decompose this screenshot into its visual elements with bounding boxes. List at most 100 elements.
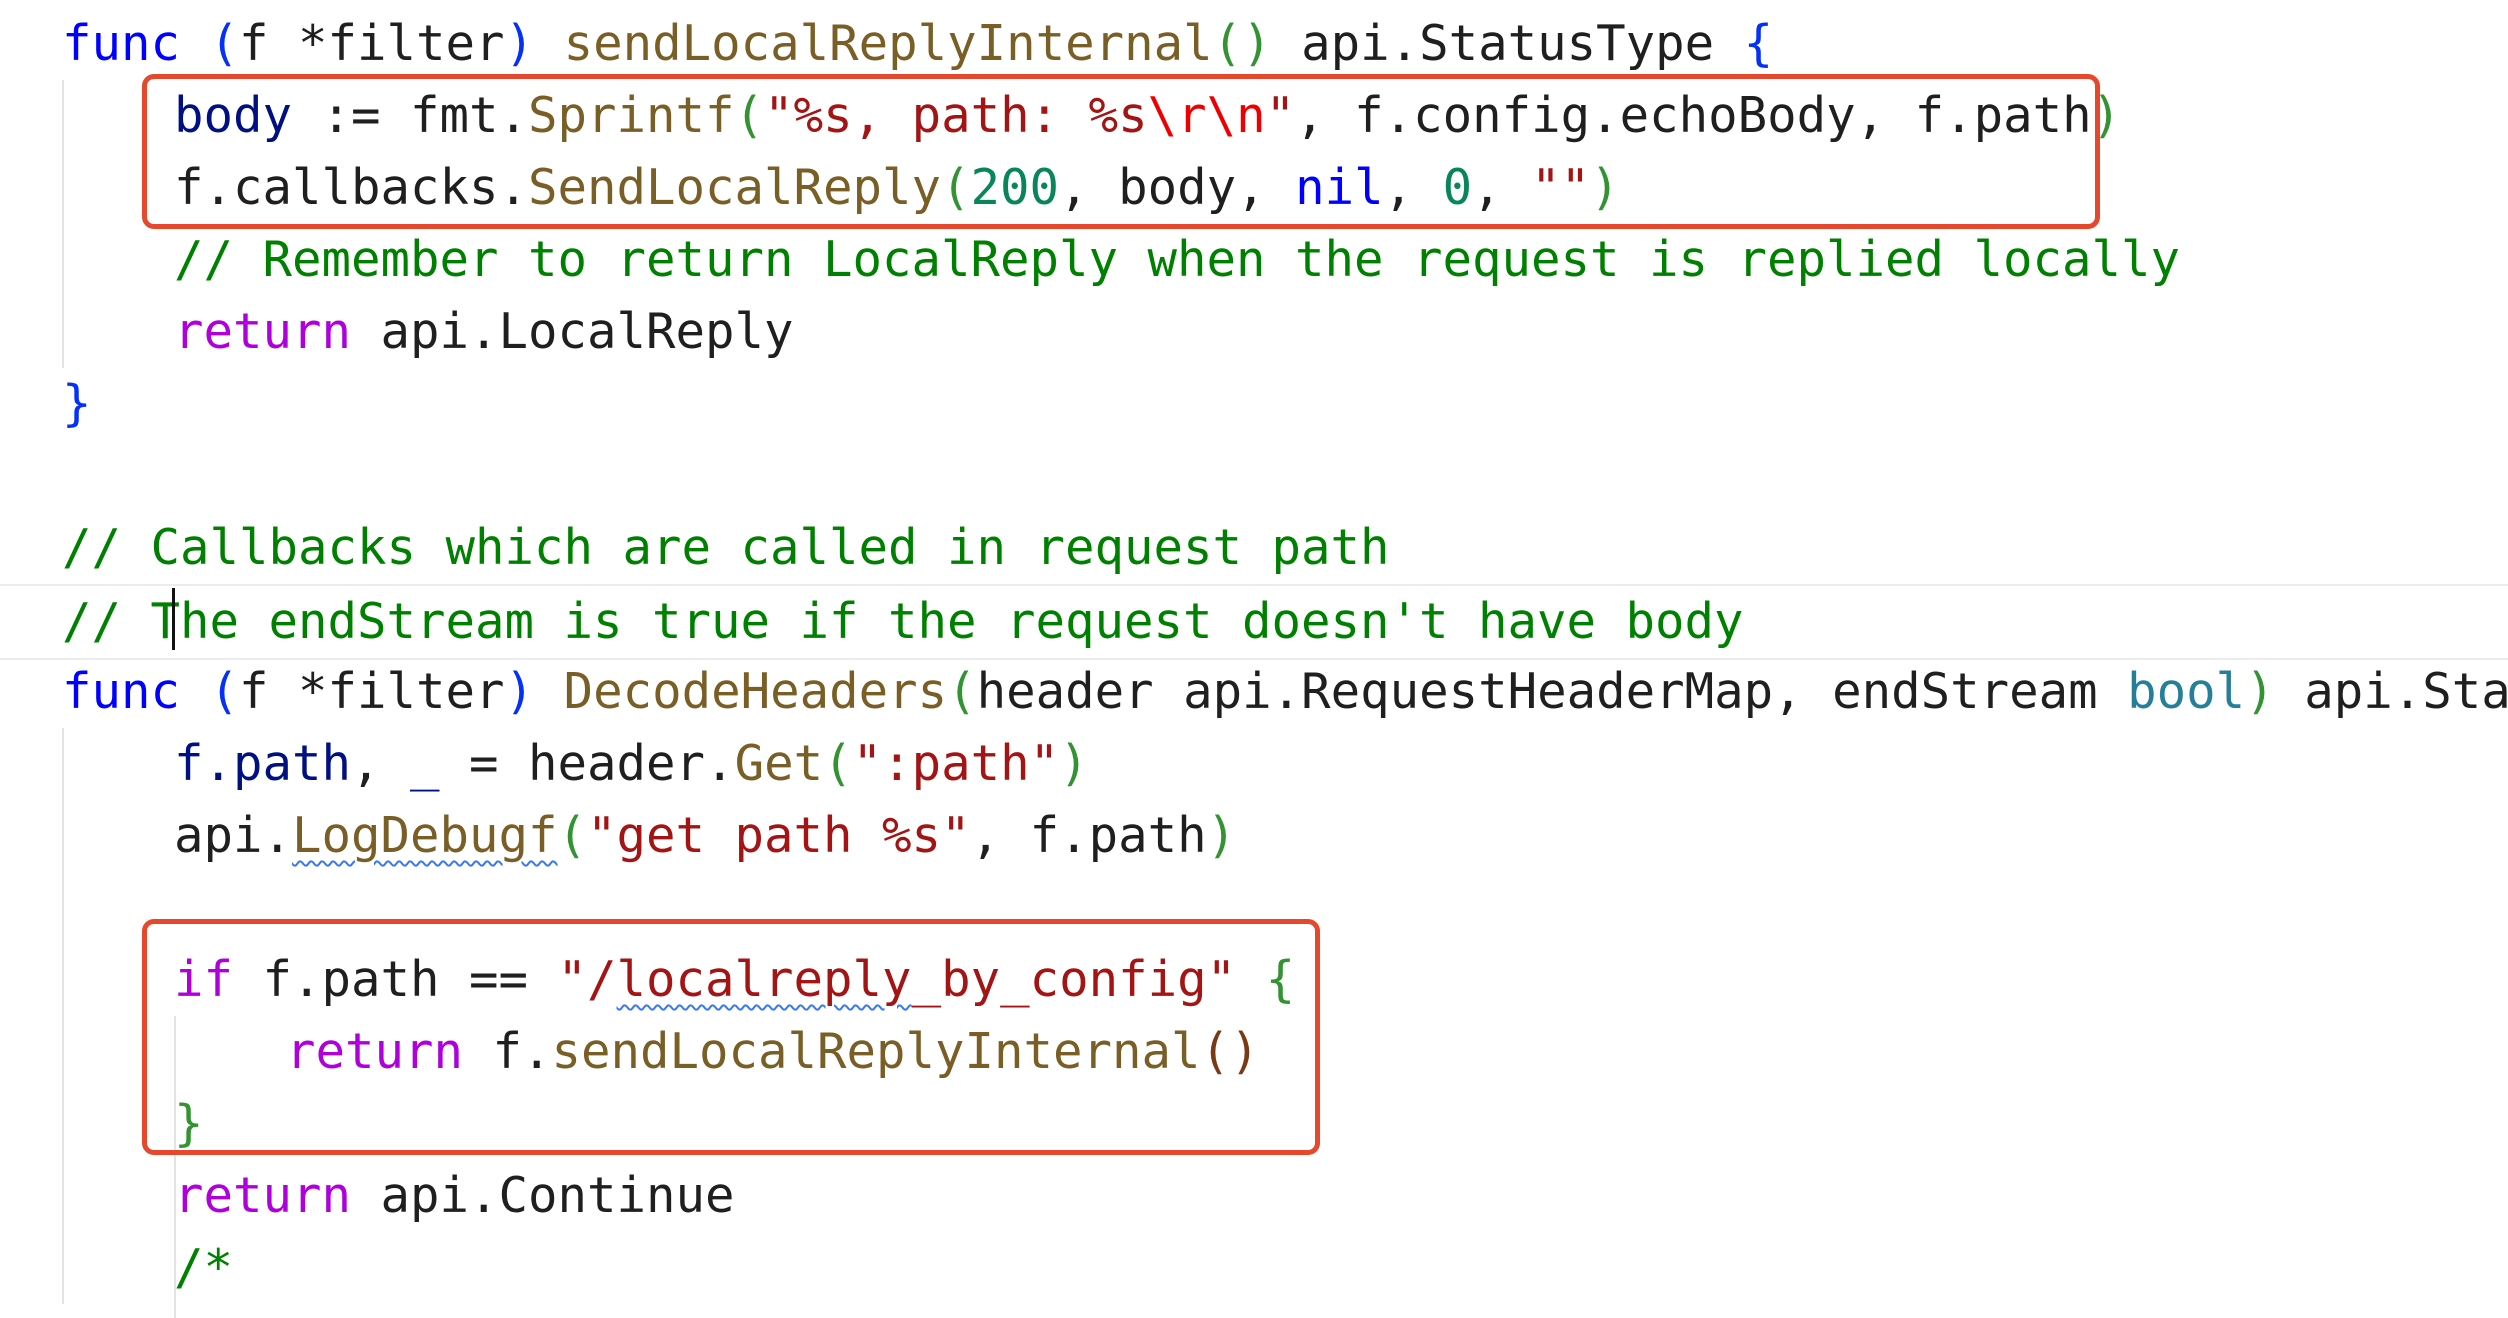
code-token: f.path [174, 735, 352, 792]
code-token: 0 [1442, 159, 1473, 216]
code-token: _ [410, 735, 440, 792]
code-editor[interactable]: func (f *filter) sendLocalReplyInternal(… [0, 0, 2508, 1318]
code-token: if [174, 951, 234, 1008]
code-token: ( [734, 87, 765, 144]
code-line[interactable]: func (f *filter) sendLocalReplyInternal(… [0, 8, 2508, 80]
code-line-text: body := fmt.Sprintf("%s, path: %s\r\n", … [174, 80, 2121, 152]
code-line-text: f.callbacks.SendLocalReply(200, body, ni… [174, 152, 1620, 224]
code-line-text: // Remember to return LocalReply when th… [174, 224, 2180, 296]
code-token: , f.config.echoBody, f.path [1295, 87, 2092, 144]
code-token: ) [2245, 663, 2275, 720]
code-token: return [286, 1023, 464, 1080]
code-token: ( [823, 735, 853, 792]
code-line[interactable]: return f.sendLocalReplyInternal() [0, 1016, 2508, 1088]
code-line[interactable]: if f.path == "/localreply_by_config" { [0, 944, 2508, 1016]
code-token: f *filter [239, 15, 505, 72]
code-token: f. [463, 1023, 552, 1080]
code-token: ":path" [852, 735, 1060, 792]
code-token: ( [947, 663, 977, 720]
code-line-text: return f.sendLocalReplyInternal() [286, 1016, 1260, 1088]
code-token: , [351, 735, 411, 792]
code-line-text: // The endStream is true if the request … [62, 586, 1744, 658]
code-token: SendLocalReply [528, 159, 942, 216]
code-token: body [174, 87, 293, 144]
code-token: 200 [970, 159, 1060, 216]
code-line[interactable] [0, 872, 2508, 944]
text-cursor [172, 588, 175, 650]
code-line-text: // Callbacks which are called in request… [62, 512, 1390, 584]
code-line-text: f.path, _ = header.Get(":path") [174, 728, 1089, 800]
code-token: = header. [439, 735, 735, 792]
code-line[interactable]: /* [0, 1232, 2508, 1304]
code-token: () [1212, 15, 1272, 72]
code-token: f.path == [233, 951, 558, 1008]
code-token: api.StatusType [1271, 15, 1744, 72]
code-token: api. [174, 807, 293, 864]
code-token: } [62, 375, 92, 432]
code-token: func [62, 15, 181, 72]
code-token: "" [1531, 159, 1591, 216]
code-token: , [1472, 159, 1532, 216]
code-token: // The endStream is true if the request … [62, 593, 1744, 650]
code-line-text: return api.Continue [174, 1160, 735, 1232]
code-line[interactable]: f.path, _ = header.Get(":path") [0, 728, 2508, 800]
code-line[interactable]: f.callbacks.SendLocalReply(200, body, ni… [0, 152, 2508, 224]
code-line[interactable]: } [0, 368, 2508, 440]
code-line-text: api.LogDebugf("get path %s", f.path) [174, 800, 1236, 872]
code-token: , [1383, 159, 1443, 216]
code-token: f.callbacks. [174, 159, 529, 216]
code-token: ( [209, 663, 240, 720]
code-token: ) [504, 15, 535, 72]
code-token: "%s, path: %s [764, 87, 1148, 144]
code-token: ) [1206, 807, 1237, 864]
code-token: ) [2091, 87, 2122, 144]
code-token: nil [1295, 159, 1384, 216]
code-token: header api.RequestHeaderMap, endStream [976, 663, 2128, 720]
code-token: ( [209, 15, 240, 72]
code-token: ) [1059, 735, 1089, 792]
code-token: // Remember to return LocalReply when th… [174, 231, 2181, 288]
code-line[interactable]: // The endStream is true if the request … [0, 584, 2508, 660]
code-token: ) [504, 663, 535, 720]
code-token: f *filter [239, 663, 505, 720]
code-token: { [1265, 951, 1296, 1008]
code-line[interactable]: // Remember to return LocalReply when th… [0, 224, 2508, 296]
spellcheck-token: LogDebugf [292, 807, 558, 864]
code-token: func [62, 663, 181, 720]
code-token: } [174, 1095, 204, 1152]
code-token: // Callbacks which are called in request… [62, 519, 1390, 576]
code-line[interactable]: api.LogDebugf("get path %s", f.path) [0, 800, 2508, 872]
code-line-text: if f.path == "/localreply_by_config" { [174, 944, 1295, 1016]
code-token: " [1265, 87, 1296, 144]
code-line[interactable]: } [0, 1088, 2508, 1160]
code-token: , f.path [970, 807, 1207, 864]
code-token: "/ [557, 951, 617, 1008]
code-token: api.StatusType [2304, 663, 2508, 720]
code-line[interactable]: func (f *filter) DecodeHeaders(header ap… [0, 656, 2508, 728]
code-line-text: func (f *filter) DecodeHeaders(header ap… [62, 656, 2508, 728]
code-token: ( [941, 159, 971, 216]
code-line-text: func (f *filter) sendLocalReplyInternal(… [62, 8, 1773, 80]
code-token: ( [557, 807, 588, 864]
code-token: return [174, 303, 352, 360]
code-line[interactable]: return api.Continue [0, 1160, 2508, 1232]
code-line[interactable]: body := fmt.Sprintf("%s, path: %s\r\n", … [0, 80, 2508, 152]
code-token: Get [734, 735, 824, 792]
code-token: , body, [1059, 159, 1296, 216]
code-token: () [1200, 1023, 1260, 1080]
code-token: DecodeHeaders [563, 663, 948, 720]
code-token: /* [174, 1239, 234, 1296]
code-line[interactable]: return api.LocalReply [0, 296, 2508, 368]
code-line[interactable]: // Callbacks which are called in request… [0, 512, 2508, 584]
code-token: { [1743, 15, 1774, 72]
code-token: api.LocalReply [351, 303, 794, 360]
code-token: return [174, 1167, 352, 1224]
code-token: := fmt. [292, 87, 529, 144]
code-line[interactable] [0, 440, 2508, 512]
code-token: sendLocalReplyInternal [551, 1023, 1201, 1080]
